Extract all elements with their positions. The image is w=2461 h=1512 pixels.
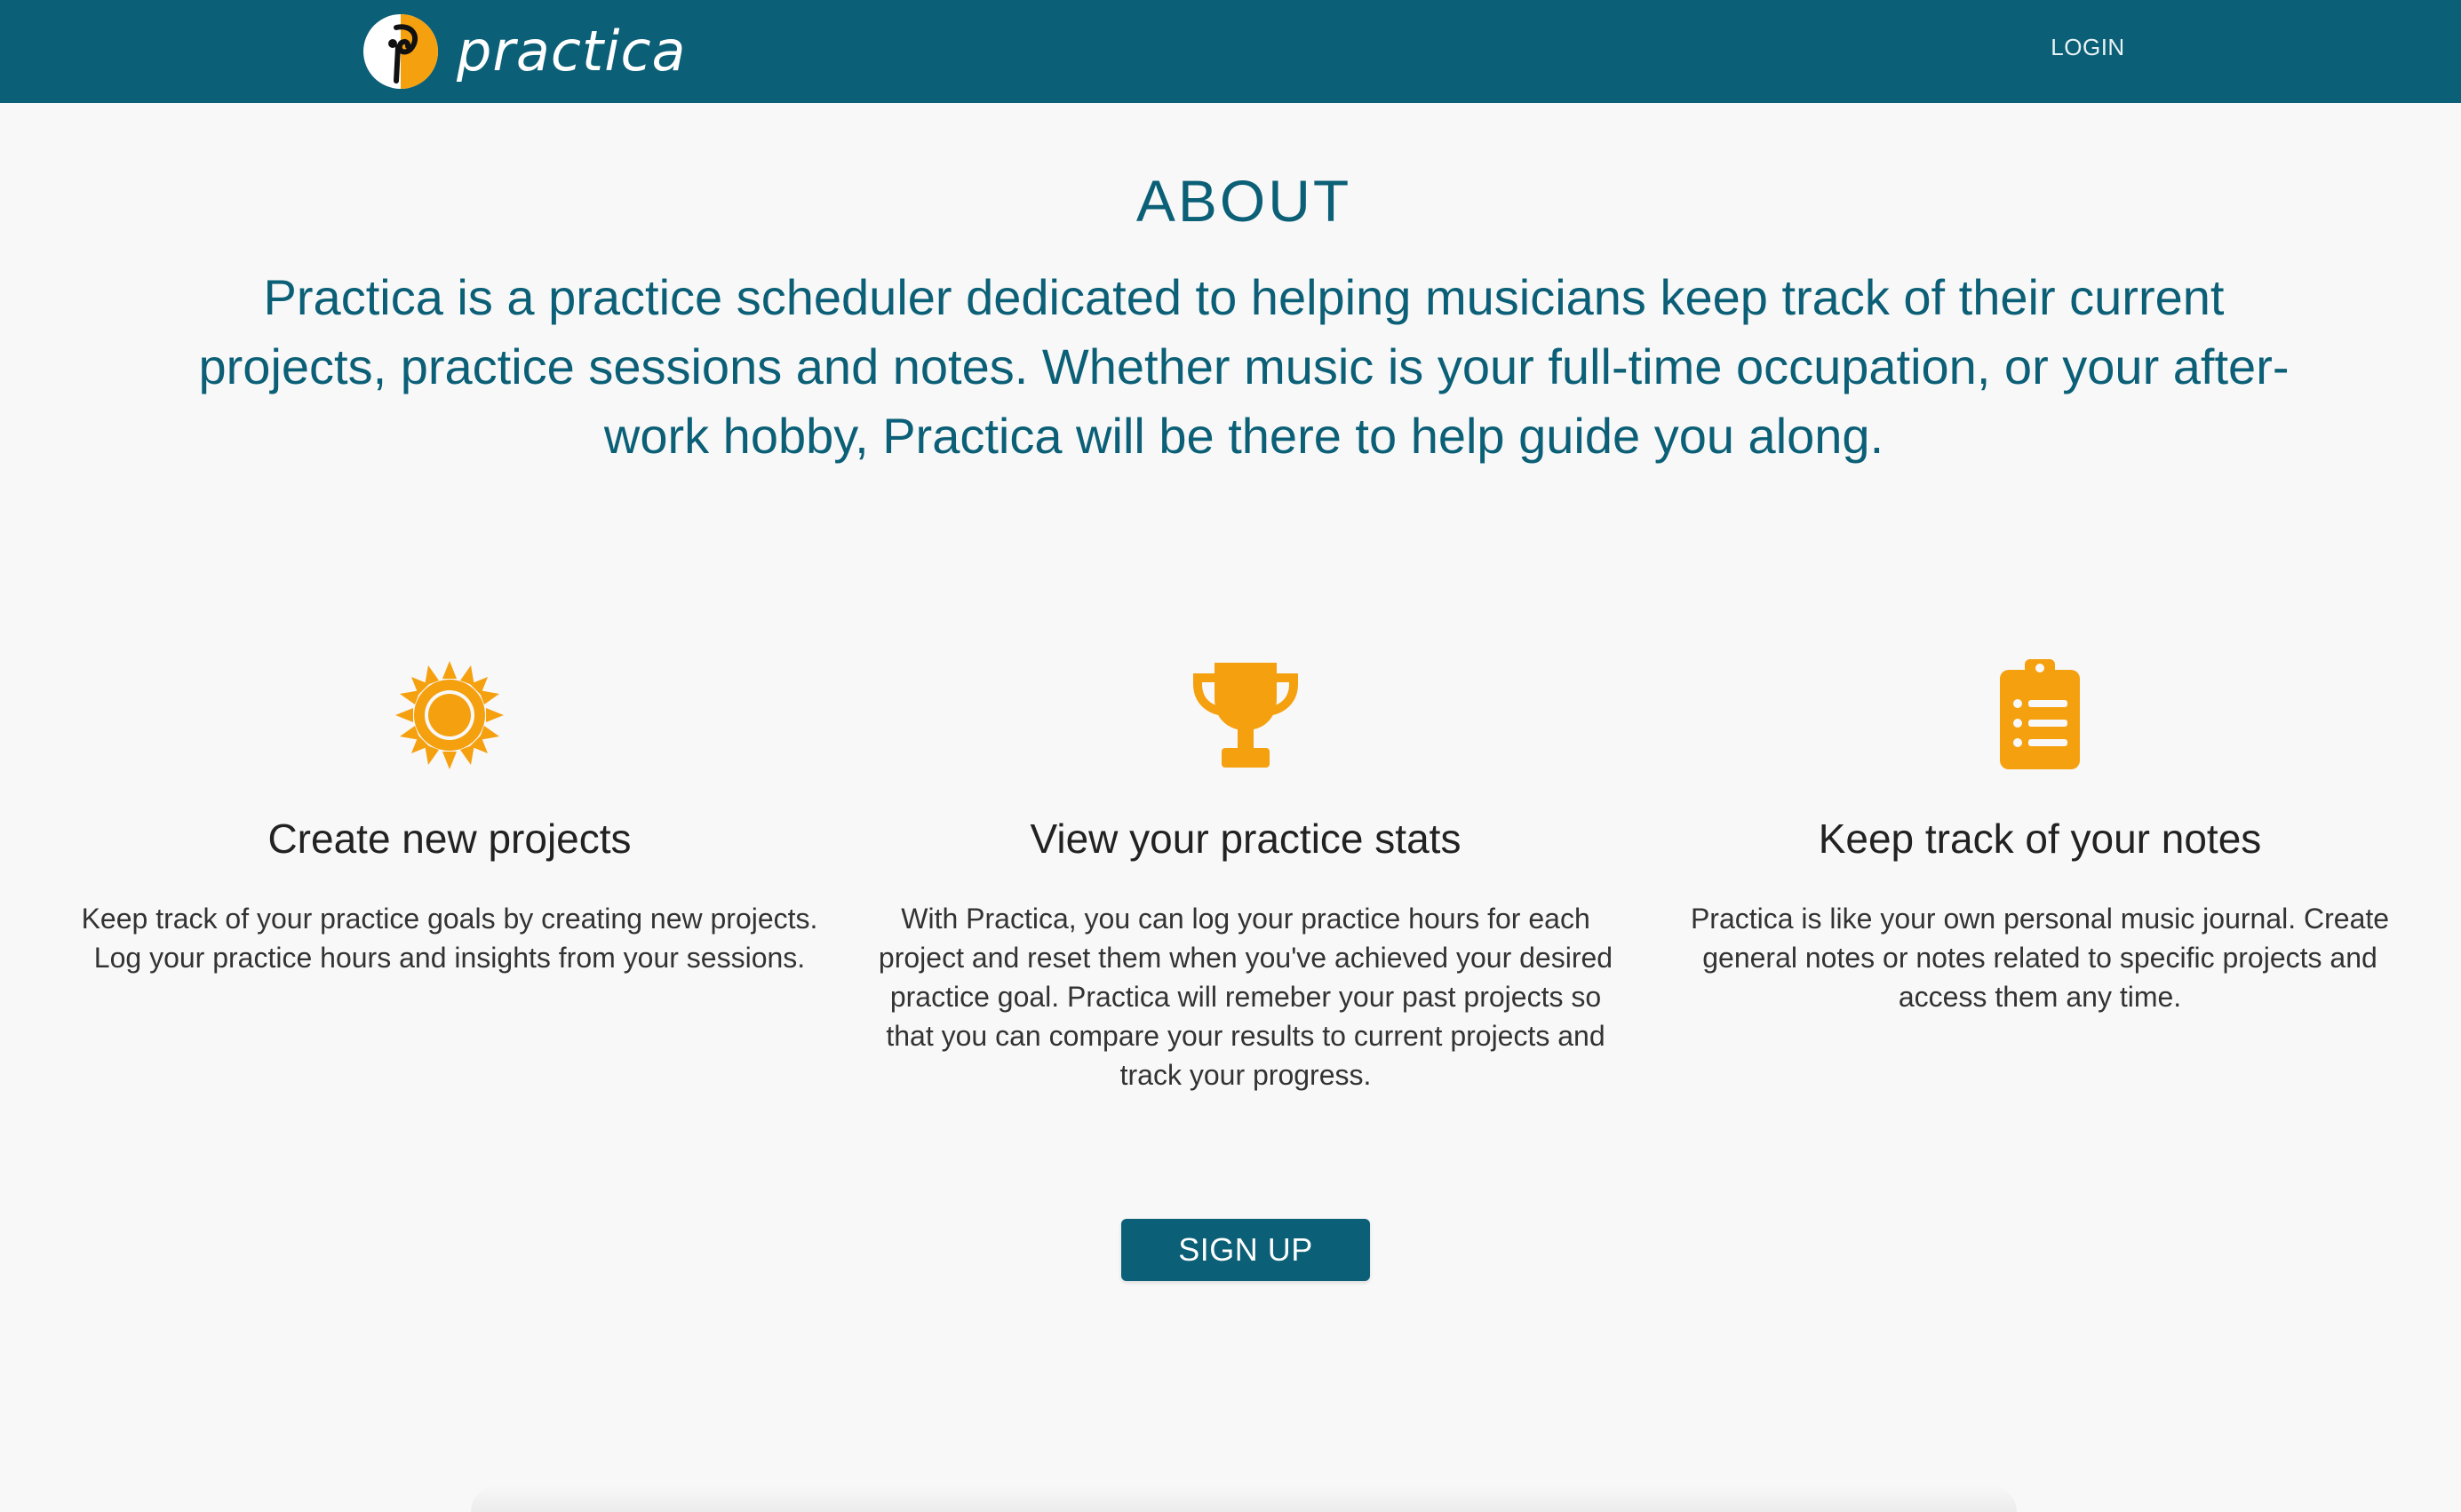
- trophy-icon: [1193, 663, 1298, 768]
- feature-title: Create new projects: [267, 816, 632, 862]
- sun-icon: [395, 661, 504, 769]
- practica-logo-icon: [363, 14, 438, 89]
- sign-up-button[interactable]: SIGN UP: [1121, 1219, 1370, 1281]
- top-navbar: practica LOGIN: [0, 0, 2461, 103]
- feature-notes: Keep track of your notes Practica is lik…: [1658, 657, 2422, 1016]
- login-link[interactable]: LOGIN: [2035, 34, 2141, 61]
- footer-edge-shadow: [471, 1485, 2017, 1512]
- brand-name: practica: [457, 19, 687, 84]
- feature-title: Keep track of your notes: [1818, 816, 2262, 862]
- feature-create-projects: Create new projects Keep track of your p…: [68, 657, 832, 977]
- feature-title: View your practice stats: [1030, 816, 1461, 862]
- clipboard-list-icon: [2000, 659, 2080, 769]
- feature-practice-stats: View your practice stats With Practica, …: [864, 657, 1628, 1094]
- feature-description: With Practica, you can log your practice…: [878, 903, 1613, 1091]
- feature-description: Keep track of your practice goals by cre…: [81, 903, 818, 974]
- feature-description: Practica is like your own personal music…: [1690, 903, 2390, 1013]
- about-description: Practica is a practice scheduler dedicat…: [198, 269, 2290, 464]
- brand-home-link[interactable]: practica: [361, 9, 687, 94]
- about-heading: ABOUT: [1135, 168, 1352, 234]
